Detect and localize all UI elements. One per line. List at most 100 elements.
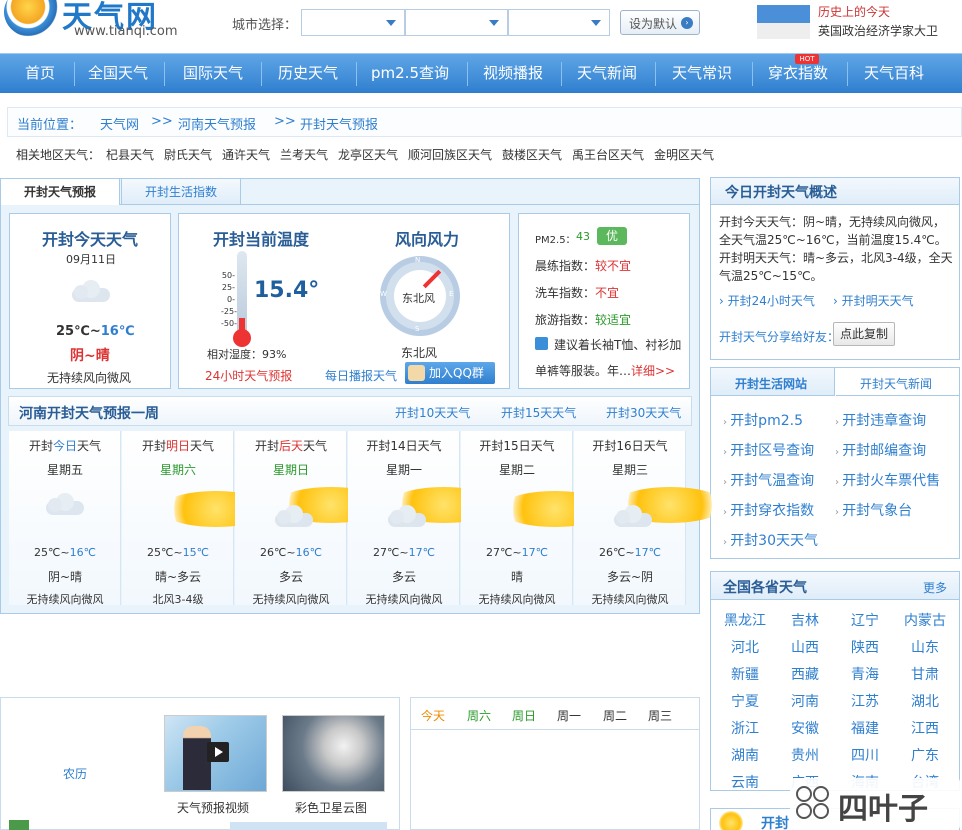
logo-url[interactable]: www.tianqi.com bbox=[74, 24, 178, 39]
history-title[interactable]: 历史上的今天 bbox=[818, 3, 890, 20]
related-link[interactable]: 尉氏天气 bbox=[164, 146, 212, 163]
nav-video[interactable]: 视频播报 bbox=[472, 54, 554, 94]
province-link[interactable]: 河南 bbox=[775, 691, 835, 711]
nav-home[interactable]: 首页 bbox=[10, 54, 70, 94]
life-site-link[interactable]: › 开封违章查询 bbox=[835, 410, 926, 430]
set-default-button[interactable]: 设为默认 › bbox=[620, 10, 700, 35]
related-link[interactable]: 兰考天气 bbox=[280, 146, 328, 163]
forecast-day-column[interactable]: 开封14日天气 星期一 27℃~17℃ 多云 无持续风向微风 bbox=[348, 431, 500, 606]
province-link[interactable]: 河北 bbox=[715, 637, 775, 657]
day-tab[interactable]: 周二 bbox=[603, 707, 627, 724]
join-qq-button[interactable]: 加入QQ群 bbox=[405, 362, 495, 384]
nav-news[interactable]: 天气新闻 bbox=[566, 54, 648, 94]
nav-national[interactable]: 全国天气 bbox=[78, 54, 158, 94]
province-link[interactable]: 浙江 bbox=[715, 718, 775, 738]
link-10day[interactable]: 开封10天天气 bbox=[395, 404, 470, 421]
province-link[interactable]: 新疆 bbox=[715, 664, 775, 684]
tab-weather-news[interactable]: 开封天气新闻 bbox=[836, 368, 959, 396]
tab-life-sites[interactable]: 开封生活网站 bbox=[711, 368, 835, 396]
province-link[interactable]: 内蒙古 bbox=[895, 610, 955, 630]
link-15day[interactable]: 开封15天天气 bbox=[501, 404, 576, 421]
province-link[interactable]: 山东 bbox=[895, 637, 955, 657]
overview-link-tomorrow[interactable]: › 开封明天天气 bbox=[833, 292, 914, 309]
related-link[interactable]: 金明区天气 bbox=[654, 146, 714, 163]
forecast-day-column[interactable]: 开封今日天气 星期五 25℃~16℃ 阴~晴 无持续风向微风 bbox=[9, 431, 121, 606]
nav-knowledge[interactable]: 天气常识 bbox=[660, 54, 744, 94]
satellite-thumbnail[interactable] bbox=[282, 715, 385, 792]
life-site-link[interactable]: › 开封火车票代售 bbox=[835, 470, 940, 490]
related-link[interactable]: 龙亭区天气 bbox=[338, 146, 398, 163]
tab-life-index[interactable]: 开封生活指数 bbox=[121, 178, 241, 205]
logo-sun-icon[interactable] bbox=[4, 0, 64, 38]
tab-forecast[interactable]: 开封天气预报 bbox=[0, 178, 120, 205]
forecast-day-column[interactable]: 开封后天天气 星期日 26℃~16℃ 多云 无持续风向微风 bbox=[235, 431, 387, 606]
province-link[interactable]: 江苏 bbox=[835, 691, 895, 711]
province-link[interactable]: 湖南 bbox=[715, 745, 775, 765]
day-tab[interactable]: 周日 bbox=[512, 707, 536, 724]
forecast-day-column[interactable]: 开封16日天气 星期三 26℃~17℃ 多云~阴 无持续风向微风 bbox=[574, 431, 726, 606]
province-link[interactable]: 陕西 bbox=[835, 637, 895, 657]
day-tab[interactable]: 今天 bbox=[421, 707, 445, 724]
province-link[interactable]: 四川 bbox=[835, 745, 895, 765]
link-30day[interactable]: 开封30天天气 bbox=[606, 404, 681, 421]
nav-history[interactable]: 历史天气 bbox=[265, 54, 351, 94]
breadcrumb-henan[interactable]: 河南天气预报 bbox=[178, 114, 256, 133]
province-link[interactable]: 西藏 bbox=[775, 664, 835, 684]
province-link[interactable]: 青海 bbox=[835, 664, 895, 684]
province-link[interactable]: 福建 bbox=[835, 718, 895, 738]
play-button-icon[interactable] bbox=[207, 742, 229, 762]
overview-link-24h[interactable]: › 开封24小时天气 bbox=[719, 292, 815, 309]
copy-button[interactable]: 点此复制 bbox=[833, 322, 895, 346]
nav-encyclopedia[interactable]: 天气百科 bbox=[852, 54, 936, 94]
history-text[interactable]: 英国政治经济学家大卫 bbox=[818, 22, 938, 39]
life-site-link[interactable]: › 开封邮编查询 bbox=[835, 440, 926, 460]
partial-thumbnail bbox=[230, 822, 387, 830]
day-tab[interactable]: 周一 bbox=[557, 707, 581, 724]
day-tab[interactable]: 周三 bbox=[648, 707, 672, 724]
detail-link[interactable]: 详细>> bbox=[631, 362, 675, 379]
life-site-link[interactable]: › 开封30天天气 bbox=[723, 530, 818, 550]
provinces-more[interactable]: 更多 bbox=[923, 579, 947, 596]
province-link[interactable]: 湖北 bbox=[895, 691, 955, 711]
province-link[interactable]: 云南 bbox=[715, 772, 775, 792]
morning-index-value[interactable]: 较不宜 bbox=[595, 257, 631, 274]
link-24h-forecast[interactable]: 24小时天气预报 bbox=[205, 367, 292, 384]
satellite-caption[interactable]: 彩色卫星云图 bbox=[295, 799, 367, 816]
daily-broadcast-link[interactable]: 每日播报天气 bbox=[325, 367, 397, 384]
life-site-link[interactable]: › 开封气象台 bbox=[835, 500, 912, 520]
breadcrumb-home[interactable]: 天气网 bbox=[100, 114, 139, 133]
province-select[interactable] bbox=[301, 9, 405, 36]
related-link[interactable]: 鼓楼区天气 bbox=[502, 146, 562, 163]
related-link[interactable]: 顺河回族区天气 bbox=[408, 146, 492, 163]
province-link[interactable]: 黑龙江 bbox=[715, 610, 775, 630]
nav-pm25[interactable]: pm2.5查询 bbox=[360, 54, 460, 94]
video-thumbnail[interactable] bbox=[164, 715, 267, 792]
province-link[interactable]: 江西 bbox=[895, 718, 955, 738]
day-tab[interactable]: 周六 bbox=[467, 707, 491, 724]
province-link[interactable]: 吉林 bbox=[775, 610, 835, 630]
province-link[interactable]: 甘肃 bbox=[895, 664, 955, 684]
video-caption[interactable]: 天气预报视频 bbox=[177, 799, 249, 816]
province-link[interactable]: 安徽 bbox=[775, 718, 835, 738]
province-link[interactable]: 宁夏 bbox=[715, 691, 775, 711]
city-select[interactable] bbox=[405, 9, 508, 36]
life-site-link[interactable]: › 开封pm2.5 bbox=[723, 410, 803, 430]
related-link[interactable]: 通许天气 bbox=[222, 146, 270, 163]
forecast-day-column[interactable]: 开封15日天气 星期二 27℃~17℃ 晴无持续风向微风 bbox=[461, 431, 611, 606]
related-link[interactable]: 杞县天气 bbox=[106, 146, 154, 163]
history-thumbnail[interactable] bbox=[757, 5, 810, 23]
life-site-link[interactable]: › 开封气温查询 bbox=[723, 470, 814, 490]
province-link[interactable]: 山西 bbox=[775, 637, 835, 657]
life-site-link[interactable]: › 开封穿衣指数 bbox=[723, 500, 814, 520]
carwash-index-value[interactable]: 不宜 bbox=[595, 284, 619, 301]
related-link[interactable]: 禹王台区天气 bbox=[572, 146, 644, 163]
breadcrumb-kaifeng[interactable]: 开封天气预报 bbox=[300, 114, 378, 133]
nav-international[interactable]: 国际天气 bbox=[170, 54, 256, 94]
travel-index-value[interactable]: 较适宜 bbox=[595, 311, 631, 328]
district-select[interactable] bbox=[508, 9, 610, 36]
province-link[interactable]: 广东 bbox=[895, 745, 955, 765]
province-link[interactable]: 辽宁 bbox=[835, 610, 895, 630]
life-site-link[interactable]: › 开封区号查询 bbox=[723, 440, 814, 460]
province-link[interactable]: 贵州 bbox=[775, 745, 835, 765]
forecast-day-column[interactable]: 开封明日天气 星期六 25℃~15℃ 晴~多云 北风3-4级 bbox=[122, 431, 272, 606]
